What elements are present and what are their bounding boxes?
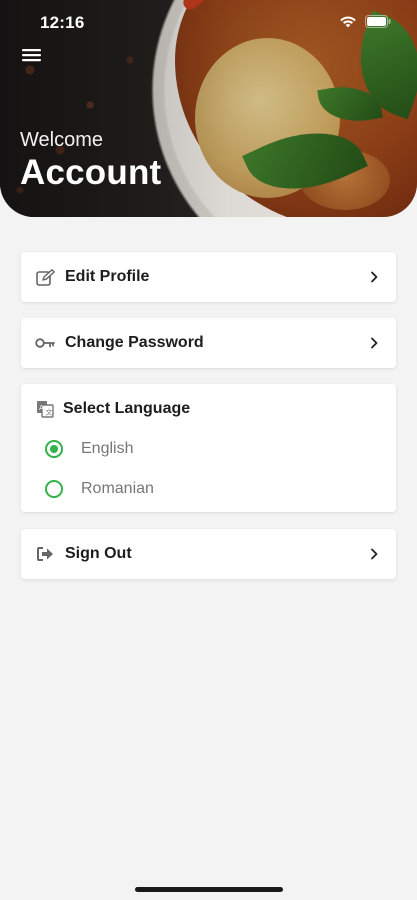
chevron-right-icon xyxy=(366,269,382,285)
change-password-label: Change Password xyxy=(65,334,204,351)
radio-english[interactable] xyxy=(45,440,63,458)
hamburger-menu-icon[interactable] xyxy=(21,46,45,66)
welcome-text: Welcome xyxy=(20,129,103,151)
radio-selected-dot xyxy=(50,445,58,453)
language-option-label: English xyxy=(81,440,134,457)
language-option-english[interactable]: English xyxy=(21,429,396,469)
language-option-romanian[interactable]: Romanian xyxy=(21,469,396,509)
account-header: 12:16 Welcome Account xyxy=(0,0,417,217)
select-language-label: Select Language xyxy=(63,400,191,417)
select-language-header: A 文 Select Language xyxy=(21,384,396,434)
sign-out-row[interactable]: Sign Out xyxy=(21,529,396,579)
edit-profile-card[interactable]: Edit Profile xyxy=(21,252,396,302)
change-password-card[interactable]: Change Password xyxy=(21,318,396,368)
edit-profile-row[interactable]: Edit Profile xyxy=(21,252,396,302)
translate-icon: A 文 xyxy=(35,399,55,419)
sign-out-card[interactable]: Sign Out xyxy=(21,529,396,579)
sign-out-icon xyxy=(35,544,55,564)
sign-out-label: Sign Out xyxy=(65,545,132,562)
wifi-icon xyxy=(339,15,357,33)
svg-text:A: A xyxy=(39,404,44,412)
select-language-card: A 文 Select Language English Romanian xyxy=(21,384,396,512)
svg-text:文: 文 xyxy=(46,408,53,417)
home-indicator[interactable] xyxy=(135,887,283,892)
chevron-right-icon xyxy=(366,546,382,562)
radio-romanian[interactable] xyxy=(45,480,63,498)
battery-icon xyxy=(365,15,391,33)
language-option-label: Romanian xyxy=(81,480,154,497)
edit-profile-label: Edit Profile xyxy=(65,268,150,285)
edit-icon xyxy=(35,267,55,287)
status-icons xyxy=(339,15,391,33)
status-time: 12:16 xyxy=(40,13,85,32)
key-icon xyxy=(35,333,55,353)
page-title: Account xyxy=(20,153,162,192)
chevron-right-icon xyxy=(366,335,382,351)
change-password-row[interactable]: Change Password xyxy=(21,318,396,368)
